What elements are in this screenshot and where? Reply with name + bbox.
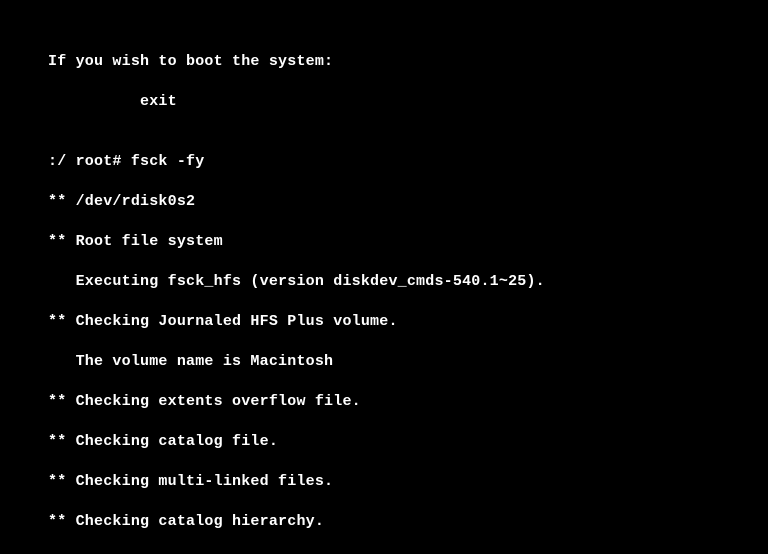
boot-instruction-line: If you wish to boot the system: <box>48 52 768 72</box>
fsck-version-line: Executing fsck_hfs (version diskdev_cmds… <box>48 272 768 292</box>
fsck-check-hierarchy-line: ** Checking catalog hierarchy. <box>48 512 768 532</box>
fsck-check-journaled-line: ** Checking Journaled HFS Plus volume. <box>48 312 768 332</box>
fsck-command-line: :/ root# fsck -fy <box>48 152 768 172</box>
boot-instruction-exit: exit <box>48 92 768 112</box>
fsck-device-line: ** /dev/rdisk0s2 <box>48 192 768 212</box>
fsck-check-extents-line: ** Checking extents overflow file. <box>48 392 768 412</box>
fsck-rootfs-line: ** Root file system <box>48 232 768 252</box>
fsck-check-multilink-line: ** Checking multi-linked files. <box>48 472 768 492</box>
fsck-volume-name-line: The volume name is Macintosh <box>48 352 768 372</box>
fsck-check-catalog-line: ** Checking catalog file. <box>48 432 768 452</box>
terminal-output: If you wish to boot the system: exit :/ … <box>0 0 768 554</box>
